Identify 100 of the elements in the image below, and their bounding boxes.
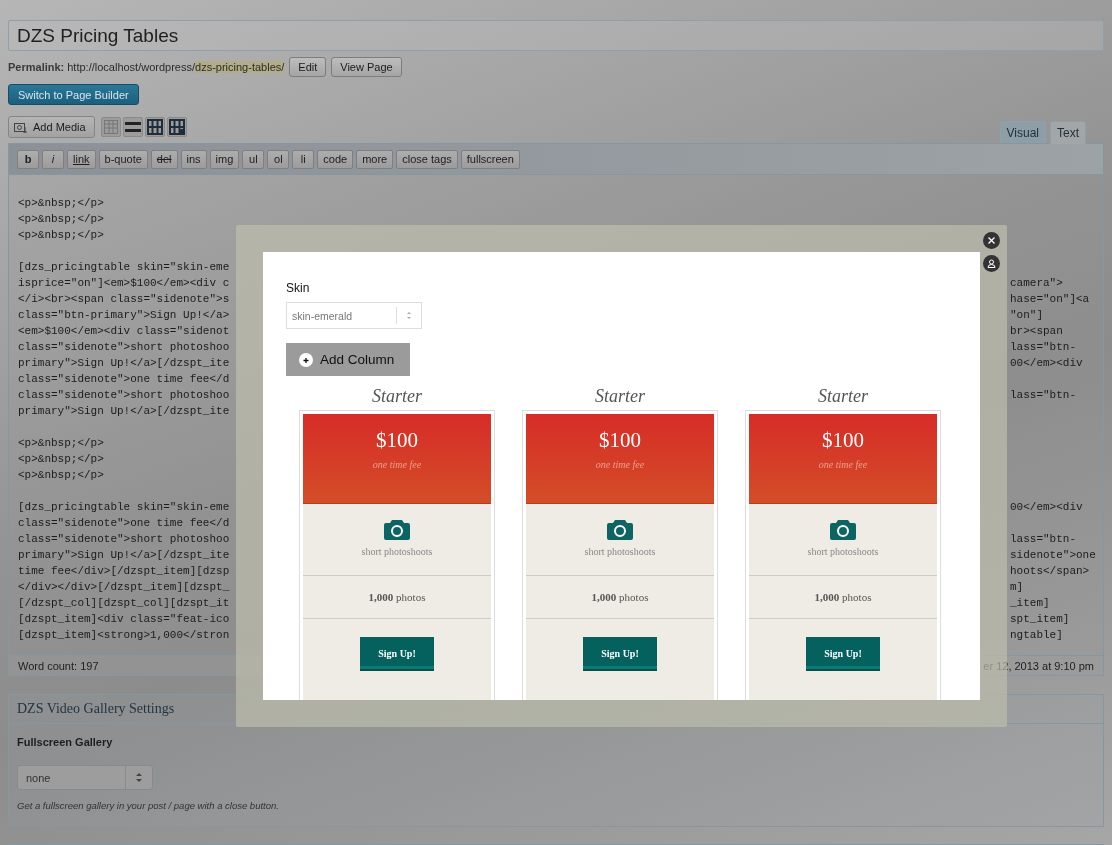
code-text: "on"] (1010, 308, 1044, 323)
word-count: Word count: 197 (18, 659, 99, 672)
code-text: ngtable] (1010, 628, 1064, 643)
code-text: camera"> (1010, 276, 1064, 291)
quicktag-button[interactable]: b (17, 149, 39, 169)
feature-text: 1,000 photos (368, 591, 426, 603)
code-text: isprice="on"]<em>$100</em><div c (18, 276, 230, 291)
code-text: [/dzspt_col][dzspt_col][dzspt_it (18, 596, 230, 611)
code-text: 00</em><div (1010, 356, 1084, 371)
price-note: one time fee (595, 459, 645, 470)
code-text: 00</em><div (1010, 500, 1084, 515)
plan-title: Starter (818, 386, 868, 408)
code-text: spt_item] (1010, 612, 1071, 627)
grid-icon[interactable] (144, 117, 165, 137)
code-text: <p>&nbsp;</p> (18, 468, 104, 483)
code-text: <p>&nbsp;</p> (18, 228, 104, 243)
code-text: </div></div>[/dzspt_item][dzspt_ (18, 580, 230, 595)
grid-add-icon[interactable] (166, 117, 187, 137)
quicktag-button[interactable]: fullscreen (460, 149, 520, 169)
price: $100 (376, 428, 418, 453)
price: $100 (599, 428, 641, 453)
code-text: lass="btn- (1010, 388, 1077, 403)
plan-title: Starter (595, 386, 645, 408)
quicktag-button[interactable]: more (356, 149, 394, 169)
skin-select[interactable]: skin-emerald (286, 302, 422, 329)
feature-text: short photoshoots (584, 546, 656, 557)
plan-title: Starter (372, 386, 422, 408)
quicktag-button[interactable]: del (150, 149, 178, 169)
code-text: m] (1010, 580, 1025, 595)
code-text: [dzspt_item]<div class="feat-ico (18, 612, 230, 627)
code-text: class="sidenote">one time fee</d (18, 516, 230, 531)
field-label: Fullscreen Gallery (17, 736, 114, 748)
code-text: </i><br><span class="sidenote">s (18, 292, 230, 307)
permalink-button[interactable]: Edit (289, 57, 327, 77)
field-hint: Get a fullscreen gallery in your post / page with a close button. (17, 800, 280, 811)
page-builder-button[interactable]: Switch to Page Builder (8, 84, 139, 105)
code-text: class="sidenote">short photoshoo (18, 532, 230, 547)
code-text: <p>&nbsp;</p> (18, 452, 104, 467)
quicktag-button[interactable]: code (317, 149, 354, 169)
quicktag-button[interactable]: close tags (396, 149, 458, 169)
plus-icon (299, 352, 313, 367)
sign-up-button[interactable]: Sign Up! (806, 637, 880, 671)
code-text: class="sidenote">short photoshoo (18, 388, 230, 403)
skin-label: Skin (286, 281, 311, 295)
code-text: class="sidenote">short photoshoo (18, 340, 230, 355)
close-button[interactable] (983, 232, 1000, 249)
quicktag-button[interactable]: ol (267, 149, 290, 169)
add-media-button[interactable]: Add Media (8, 116, 95, 138)
code-text: [dzs_pricingtable skin="skin-eme (18, 500, 230, 515)
quicktag-button[interactable]: ul (242, 149, 265, 169)
code-text: <p>&nbsp;</p> (18, 196, 104, 211)
editor-tab[interactable]: Text (1050, 121, 1086, 144)
code-text: class="btn-primary">Sign Up!</a> (18, 308, 230, 323)
quicktag-button[interactable]: link (67, 149, 96, 169)
title-field[interactable]: DZS Pricing Tables (8, 20, 1104, 51)
code-text: br><span (1010, 324, 1064, 339)
close-icon (988, 237, 995, 244)
code-text: class="sidenote">one time fee</d (18, 372, 230, 387)
quicktag-button[interactable]: img (209, 149, 240, 169)
code-text: <em>$100</em><div class="sidenot (18, 324, 230, 339)
sign-up-button[interactable]: Sign Up! (583, 637, 657, 671)
camera-icon (830, 518, 856, 540)
permalink-button[interactable]: View Page (331, 57, 402, 77)
sign-up-button[interactable]: Sign Up! (360, 637, 434, 671)
layout-icon[interactable] (122, 117, 143, 137)
gallery-select[interactable]: none (17, 765, 153, 790)
price-note: one time fee (372, 459, 422, 470)
camera-icon (607, 518, 633, 540)
camera-icon (384, 518, 410, 540)
code-text: _item] (1010, 596, 1051, 611)
code-text: primary">Sign Up!</a>[/dzspt_ite (18, 404, 230, 419)
code-text: lass="btn- (1010, 532, 1077, 547)
price-note: one time fee (818, 459, 868, 470)
code-text: hoots</span> (1010, 564, 1091, 579)
code-text: <p>&nbsp;</p> (18, 212, 104, 227)
permalink-url[interactable]: http://localhost/wordpress/dzs-pricing-tables/ (67, 61, 285, 73)
add-column-button[interactable]: Add Column (286, 343, 410, 376)
code-text: primary">Sign Up!</a>[/dzspt_ite (18, 548, 230, 563)
person-button[interactable] (983, 255, 1000, 272)
quicktag-button[interactable]: li (292, 149, 315, 169)
code-text: [dzs_pricingtable skin="skin-eme (18, 260, 230, 275)
media-icon (14, 120, 27, 134)
quicktag-button[interactable]: i (42, 149, 64, 169)
quicktag-button[interactable]: b-quote (98, 149, 148, 169)
feature-text: short photoshoots (807, 546, 879, 557)
code-text: [dzspt_item]<strong>1,000</stron (18, 628, 230, 643)
feature-text: 1,000 photos (814, 591, 872, 603)
editor-tab[interactable]: Visual (999, 121, 1046, 143)
code-text: hase="on"]<a (1010, 292, 1091, 307)
feature-text: short photoshoots (361, 546, 433, 557)
price: $100 (822, 428, 864, 453)
code-text: primary">Sign Up!</a>[/dzspt_ite (18, 356, 230, 371)
feature-text: 1,000 photos (591, 591, 649, 603)
code-text: lass="btn- (1010, 340, 1077, 355)
code-text: <p>&nbsp;</p> (18, 436, 104, 451)
permalink-label: Permalink: (8, 61, 65, 73)
code-text: time fee</div>[/dzspt_item][dzsp (18, 564, 230, 579)
person-icon (987, 259, 996, 268)
code-text: sidenote">one (1010, 548, 1094, 563)
quicktag-button[interactable]: ins (180, 149, 207, 169)
